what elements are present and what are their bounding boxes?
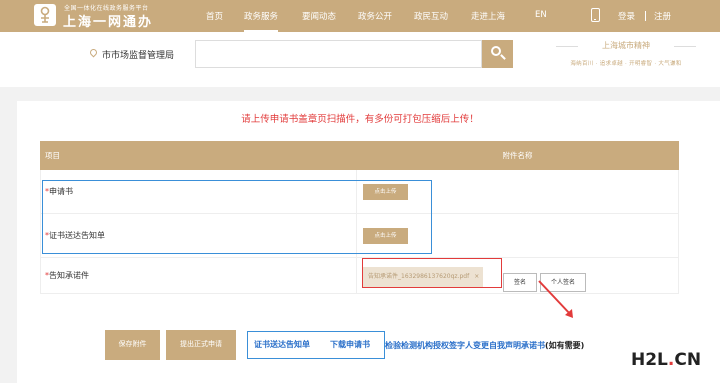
nav-about-shanghai[interactable]: 走进上海 <box>471 10 505 22</box>
save-attachment-button[interactable]: 保存附件 <box>105 330 160 360</box>
arrow-icon <box>538 280 573 318</box>
search-input[interactable] <box>195 40 482 68</box>
search-button[interactable] <box>482 40 513 68</box>
row-label-commitment: 告知承诺件 <box>49 271 89 280</box>
nav-government-services[interactable]: 政务服务 <box>244 10 279 32</box>
nav-interaction[interactable]: 政民互动 <box>414 10 448 22</box>
upload-notice: 请上传申请书盖章页扫描件，有多份可打包压缩后上传！ <box>241 114 479 125</box>
register-link[interactable]: 注册 <box>654 10 671 22</box>
download-application-link[interactable]: 下载申请书 <box>330 332 370 357</box>
top-nav-bar: 全国一体化在线政务服务平台 上海一网通办 首页 政务服务 要闻动态 政务公开 政… <box>0 0 720 32</box>
site-watermark: H2L.CN <box>631 350 702 370</box>
phone-icon[interactable] <box>591 8 600 22</box>
sign-button[interactable]: 签名 <box>503 273 537 292</box>
nav-divider <box>645 11 646 21</box>
search-bar-row: 市市场监督管理局 上海城市精神 海纳百川 · 追求卓越 · 开明睿智 · 大气谦… <box>0 32 720 87</box>
highlight-box-upload-rows <box>42 180 432 254</box>
city-spirit-banner: 上海城市精神 海纳百川 · 追求卓越 · 开明睿智 · 大气谦和 <box>556 40 696 67</box>
login-link[interactable]: 登录 <box>618 10 635 22</box>
nav-english[interactable]: EN <box>535 10 547 20</box>
column-header-attachment: 附件名称 <box>356 141 679 170</box>
nav-gov-public[interactable]: 政务公开 <box>358 10 392 22</box>
brand-name[interactable]: 上海一网通办 <box>63 11 153 30</box>
column-header-item: 项目 <box>40 141 357 170</box>
city-spirit-subtitle: 海纳百川 · 追求卓越 · 开明睿智 · 大气谦和 <box>570 61 682 67</box>
highlight-box-download-links: 证书送达告知单 下载申请书 <box>247 331 385 359</box>
delivery-notice-link[interactable]: 证书送达告知单 <box>254 332 310 357</box>
nav-news[interactable]: 要闻动态 <box>302 10 336 22</box>
region-selector[interactable]: 市市场监督管理局 <box>102 48 174 61</box>
location-pin-icon <box>88 47 99 58</box>
highlight-box-uploaded-file <box>362 258 502 288</box>
nav-home[interactable]: 首页 <box>206 10 223 22</box>
signatory-change-declaration-link[interactable]: 检验检测机构授权签字人变更自我声明承诺书(如有需要) <box>385 340 584 351</box>
submit-application-button[interactable]: 提出正式申请 <box>166 330 236 360</box>
logo-icon[interactable] <box>34 4 56 26</box>
